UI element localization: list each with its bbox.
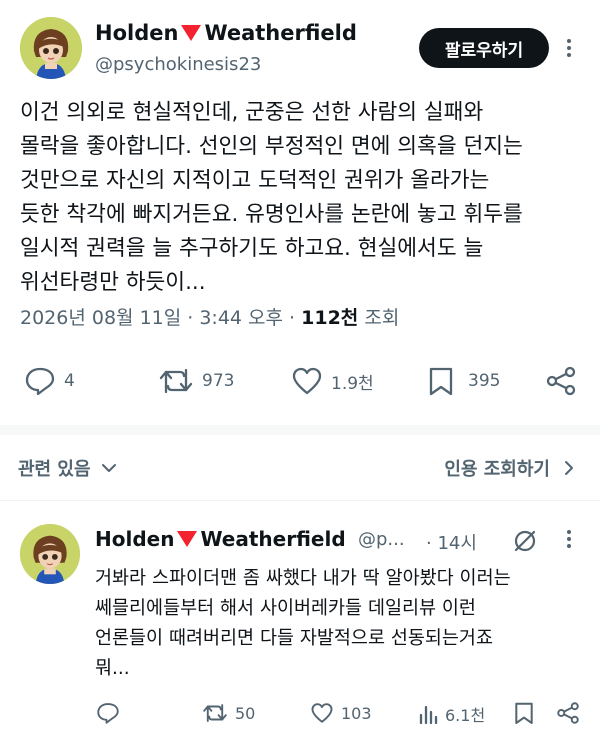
bookmark-count: 395 [468,371,501,391]
reply-views-count: 6.1천 [445,706,486,725]
tweet-timestamp[interactable]: 2026년 08월 11일 · 3:44 오후 · [20,307,301,329]
tweet-meta: 2026년 08월 11일 · 3:44 오후 · 112천 조회 [20,303,399,330]
views-label: 조회 [358,307,400,329]
reply-author-handle[interactable]: @p... [358,529,405,550]
bookmark-button[interactable]: 395 [428,366,500,396]
reply-divider [0,500,600,501]
reply-retweet-count: 50 [235,703,256,723]
like-button[interactable]: 1.9천 [291,366,374,396]
retweet-icon [159,368,193,394]
grok-icon[interactable] [512,528,538,554]
author-name[interactable]: Holden Weatherfield [95,21,357,45]
heart-icon [292,367,322,395]
reply-views-button[interactable]: 6.1천 [418,702,485,726]
more-options-icon[interactable] [566,39,572,57]
reply-button[interactable]: 4 [24,366,75,396]
share-icon [546,366,576,396]
chevron-right-icon [565,461,573,475]
related-label: 관련 있음 [18,459,91,480]
reply-like-button[interactable]: 103 [310,702,372,724]
related-dropdown[interactable]: 관련 있음 [18,455,117,481]
section-divider [0,425,600,435]
reply-author-name[interactable]: Holden Weatherfield [95,527,346,551]
heart-icon [311,703,333,723]
bookmark-icon [429,367,453,396]
reply-timestamp[interactable]: · 14시 [426,529,477,555]
reply-more-options-icon[interactable] [566,530,572,548]
view-quotes-label: 인용 조회하기 [444,459,550,480]
reply-retweet-button[interactable]: 50 [202,702,255,724]
retweet-count: 973 [202,371,235,391]
follow-button[interactable]: 팔로우하기 [419,28,549,68]
reply-text: 거봐라 스파이더맨 좀 싸했다 내가 딱 알아봤다 이러는 쎄믈리에들부터 해서… [95,568,511,679]
tweet-text: 이건 의외로 현실적인데, 군중은 선한 사람의 실패와 몰락을 좋아합니다. … [20,100,523,295]
reply-like-count: 103 [341,703,372,723]
reply-author-avatar[interactable] [20,524,80,584]
red-triangle-emoji-icon [177,531,198,547]
author-handle[interactable]: @psychokinesis23 [95,54,261,75]
reply-share-icon[interactable] [556,701,580,725]
reply-icon [25,367,55,396]
like-count: 1.9천 [331,373,374,394]
retweet-icon [203,704,227,722]
chevron-down-icon [101,464,116,472]
reply-bookmark-icon[interactable] [514,701,534,725]
view-quotes-link[interactable]: 인용 조회하기 [444,455,574,481]
reply-count: 4 [64,371,75,391]
reply-reply-icon[interactable] [96,701,120,725]
retweet-button[interactable]: 973 [158,366,234,396]
red-triangle-emoji-icon [181,24,202,41]
share-button[interactable] [545,366,577,396]
views-count: 112천 [301,307,359,329]
author-avatar[interactable] [20,17,82,79]
analytics-bar-chart-icon [419,705,438,725]
